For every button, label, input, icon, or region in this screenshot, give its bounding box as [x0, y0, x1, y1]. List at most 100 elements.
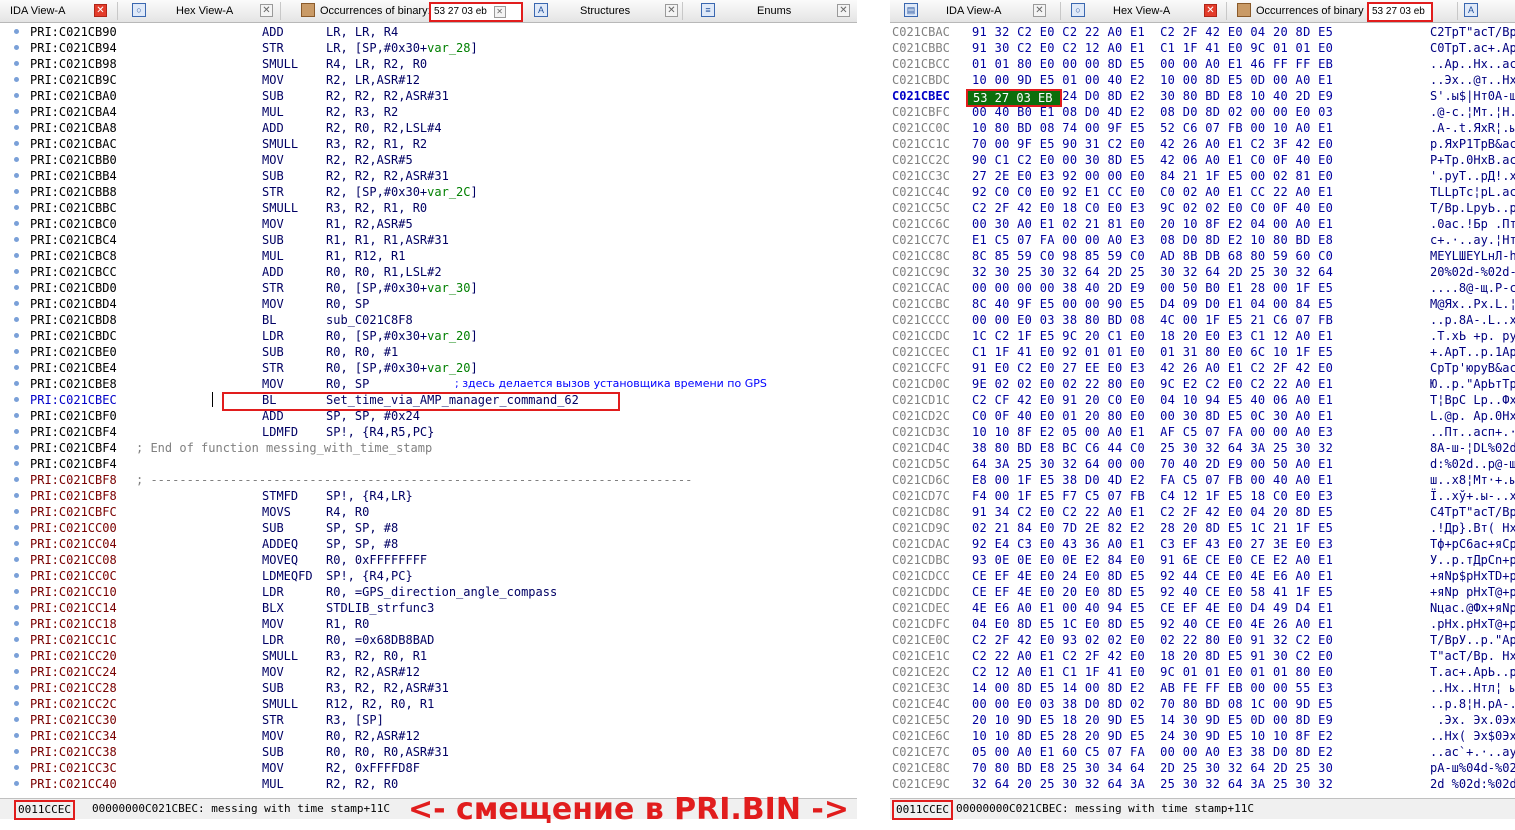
hex-row[interactable]: C021CBDC 10 00 9D E5 01 00 40 E2 10 00 8D…	[890, 72, 1515, 88]
hex-row[interactable]: C021CDAC 92 E4 C3 E0 43 36 A0 E1 C3 EF 43…	[890, 536, 1515, 552]
hex-bytes[interactable]: 93 0E 0E E0 0E E2 84 E0 91 6E CE E0 CE E…	[972, 552, 1333, 568]
row-mnemonic[interactable]: ADDEQ	[262, 536, 298, 552]
hex-bytes[interactable]: 91 30 C2 E0 C2 12 A0 E1 C1 1F 41 E0 9C 0…	[972, 40, 1333, 56]
row-address[interactable]: PRI:C021CC04	[30, 536, 117, 552]
disasm-row[interactable]: PRI:C021CC10 LDR R0, =GPS_direction_angle_…	[0, 584, 857, 600]
hex-ascii[interactable]: .А-.t.ЯхR¦.ы..ас	[1430, 120, 1515, 136]
hex-row[interactable]: C021CC2C 90 C1 C2 E0 00 30 8D E5 42 06 A0…	[890, 152, 1515, 168]
row-mnemonic[interactable]: LDR	[262, 632, 284, 648]
hex-bytes[interactable]: 92 C0 C0 E0 92 E1 CC E0 C0 02 A0 E1 CC 2…	[972, 184, 1333, 200]
breakpoint-marker[interactable]	[14, 45, 19, 50]
tab-structures[interactable]: A Structures ✕	[518, 2, 683, 20]
hex-ascii[interactable]: ..р.8А-.L..х!¦.ы	[1430, 312, 1515, 328]
breakpoint-marker[interactable]	[14, 253, 19, 258]
disasm-row[interactable]: PRI:C021CBC0 MOV R1, R2,ASR#5	[0, 216, 857, 232]
hex-ascii[interactable]: ..р.8¦Н.pА-...Эх	[1430, 696, 1515, 712]
disasm-row[interactable]: PRI:C021CC20 SMULL R3, R2, R0, R1	[0, 648, 857, 664]
breakpoint-marker[interactable]	[14, 637, 19, 642]
row-operands[interactable]: SP!, {R4,PC}	[326, 568, 413, 584]
hex-address[interactable]: C021CCAC	[892, 280, 950, 296]
hex-bytes[interactable]: 8C 85 59 C0 98 85 59 C0 AD 8B DB 68 80 5…	[972, 248, 1333, 264]
hex-bytes[interactable]: 91 34 C2 E0 C2 22 A0 E1 C2 2F 42 E0 04 2…	[972, 504, 1333, 520]
hex-ascii[interactable]: 2d %02d:%02d:%02	[1430, 776, 1515, 792]
breakpoint-marker[interactable]	[14, 61, 19, 66]
row-operands[interactable]: R3, [SP]	[326, 712, 384, 728]
hex-ascii[interactable]: 8А-ш-¦DL%02d:%02	[1430, 440, 1515, 456]
hex-address[interactable]: C021CC1C	[892, 136, 950, 152]
disasm-row[interactable]: PRI:C021CC14 BLX STDLIB_strfunc3	[0, 600, 857, 616]
hex-ascii[interactable]: с+.·..ау.¦Нт.А-ш	[1430, 232, 1515, 248]
hex-row[interactable]: C021CD8C 91 34 C2 E0 C2 22 A0 E1 C2 2F 42…	[890, 504, 1515, 520]
tab-structures[interactable]: A	[1458, 2, 1515, 20]
hex-bytes[interactable]: C2 2F 42 E0 18 C0 E0 E3 9C 02 02 E0 C0 0…	[972, 200, 1333, 216]
hex-ascii[interactable]: Р+Тр.0НхB.асL.@р	[1430, 152, 1515, 168]
hex-ascii[interactable]: Т/ВрУ..р."АрС2Тр	[1430, 632, 1515, 648]
hex-ascii[interactable]: Nцас.@Фх+яNрLILс	[1430, 600, 1515, 616]
breakpoint-marker[interactable]	[14, 141, 19, 146]
disasm-row[interactable]: PRI:C021CBF8 ; --------------------------…	[0, 472, 857, 488]
row-operands[interactable]: sub_C021C8F8	[326, 312, 413, 328]
row-address[interactable]: PRI:C021CC18	[30, 616, 117, 632]
hex-address[interactable]: C021CC2C	[892, 152, 950, 168]
hex-bytes[interactable]: 00 00 E0 03 38 80 BD 08 4C 00 1F E5 21 C…	[972, 312, 1333, 328]
row-operands[interactable]: R3, R2, R1, R0	[326, 200, 427, 216]
hex-ascii[interactable]: Т"асТ/Вр. НхС0Тр	[1430, 648, 1515, 664]
breakpoint-marker[interactable]	[14, 477, 19, 482]
tab-hex-view-a[interactable]: ○ Hex View-A ✕	[1061, 2, 1227, 20]
disasm-row[interactable]: PRI:C021CC3C MOV R2, 0xFFFFD8F	[0, 760, 857, 776]
breakpoint-marker[interactable]	[14, 365, 19, 370]
hex-ascii[interactable]: Ї..хў+.ы-..х.Lру	[1430, 488, 1515, 504]
row-mnemonic[interactable]: ADD	[262, 264, 284, 280]
row-address[interactable]: PRI:C021CBB0	[30, 152, 117, 168]
disasm-row[interactable]: PRI:C021CC38 SUB R0, R0, R0,ASR#31	[0, 744, 857, 760]
hex-ascii[interactable]: pА-ш%04d-%02d-%0	[1430, 760, 1515, 776]
hex-ascii[interactable]: Тф+рC6ас+яCр'>ру	[1430, 536, 1515, 552]
disasm-row[interactable]: PRI:C021CBF4 LDMFD SP!, {R4,R5,PC}	[0, 424, 857, 440]
row-operands[interactable]: R1, R2,ASR#5	[326, 216, 413, 232]
hex-bytes[interactable]: 90 C1 C2 E0 00 30 8D E5 42 06 A0 E1 C0 0…	[972, 152, 1333, 168]
disasm-row[interactable]: PRI:C021CBC4 SUB R1, R1, R1,ASR#31	[0, 232, 857, 248]
hex-bytes[interactable]: 00 30 A0 E1 02 21 81 E0 20 10 8F E2 04 0…	[972, 216, 1333, 232]
disasm-row[interactable]: PRI:C021CBB0 MOV R2, R2,ASR#5	[0, 152, 857, 168]
hex-address[interactable]: C021CDEC	[892, 600, 950, 616]
hex-address[interactable]: C021CD4C	[892, 440, 950, 456]
row-mnemonic[interactable]: MOVEQ	[262, 552, 298, 568]
hex-address[interactable]: C021CCEC	[892, 344, 950, 360]
hex-ascii[interactable]: .рНх.рНхТ@+рN&ас	[1430, 616, 1515, 632]
hex-address[interactable]: C021CDCC	[892, 568, 950, 584]
row-address[interactable]: PRI:C021CBF4	[30, 424, 117, 440]
row-address[interactable]: PRI:C021CC08	[30, 552, 117, 568]
hex-bytes[interactable]: 91 32 C2 E0 C2 22 A0 E1 C2 2F 42 E0 04 2…	[972, 24, 1333, 40]
row-mnemonic[interactable]: SMULL	[262, 56, 298, 72]
row-mnemonic[interactable]: MUL	[262, 776, 284, 792]
hex-address[interactable]: C021CD8C	[892, 504, 950, 520]
row-address[interactable]: PRI:C021CBD8	[30, 312, 117, 328]
disasm-row[interactable]: PRI:C021CBB8 STR R2, [SP,#0x30+var_2C]	[0, 184, 857, 200]
row-mnemonic[interactable]: MOV	[262, 296, 284, 312]
hex-bytes[interactable]: 32 30 25 30 32 64 2D 25 30 32 64 2D 25 3…	[972, 264, 1333, 280]
hex-bytes[interactable]: 10 10 8D E5 28 20 9D E5 24 30 9D E5 10 1…	[972, 728, 1333, 744]
hex-bytes[interactable]: 00 00 00 00 38 40 2D E9 00 50 B0 E1 28 0…	[972, 280, 1333, 296]
hex-address[interactable]: C021CE7C	[892, 744, 950, 760]
tab-ida-view-a[interactable]: ▤ IDA View-A ✕	[890, 2, 1061, 20]
hex-bytes[interactable]: 64 3A 25 30 32 64 00 00 70 40 2D E9 00 5…	[972, 456, 1333, 472]
hex-address[interactable]: C021CCFC	[892, 360, 950, 376]
row-operands[interactable]: R4, LR, R2, R0	[326, 56, 427, 72]
hex-bytes[interactable]: 27 2E E0 E3 92 00 00 E0 84 21 1F E5 00 0…	[972, 168, 1333, 184]
disasm-row[interactable]: PRI:C021CC1C LDR R0, =0x68DB8BAD	[0, 632, 857, 648]
hex-row[interactable]: C021CC4C 92 C0 C0 E0 92 E1 CC E0 C0 02 A0…	[890, 184, 1515, 200]
row-operands[interactable]: LR, LR, R4	[326, 24, 398, 40]
hex-bytes[interactable]: C2 CF 42 E0 91 20 C0 E0 04 10 94 E5 40 0…	[972, 392, 1333, 408]
row-operands[interactable]: LR, [SP,#0x30+var_28]	[326, 40, 478, 56]
hex-ascii[interactable]: p.ЯхР1ТрB&асТ?Вр	[1430, 136, 1515, 152]
hex-ascii[interactable]: Т/Вр.LруЬ..рL.@р	[1430, 200, 1515, 216]
hex-row[interactable]: C021CDCC CE EF 4E E0 24 E0 8D E5 92 44 CE…	[890, 568, 1515, 584]
tab-ida-view-a[interactable]: IDA View-A ✕	[0, 2, 118, 20]
disasm-row[interactable]: PRI:C021CBD8 BL sub_C021C8F8	[0, 312, 857, 328]
tab-occurrences[interactable]: Occurrences of binary: 53 27 03 eb ✕	[281, 2, 523, 22]
tab-hex-view-a[interactable]: ○ Hex View-A ✕	[118, 2, 281, 20]
hex-bytes[interactable]: C0 0F 40 E0 01 20 80 E0 00 30 8D E5 0C 3…	[972, 408, 1333, 424]
hex-address[interactable]: C021CC8C	[892, 248, 950, 264]
row-operands[interactable]: SP, SP, #8	[326, 536, 398, 552]
row-mnemonic[interactable]: MOV	[262, 72, 284, 88]
